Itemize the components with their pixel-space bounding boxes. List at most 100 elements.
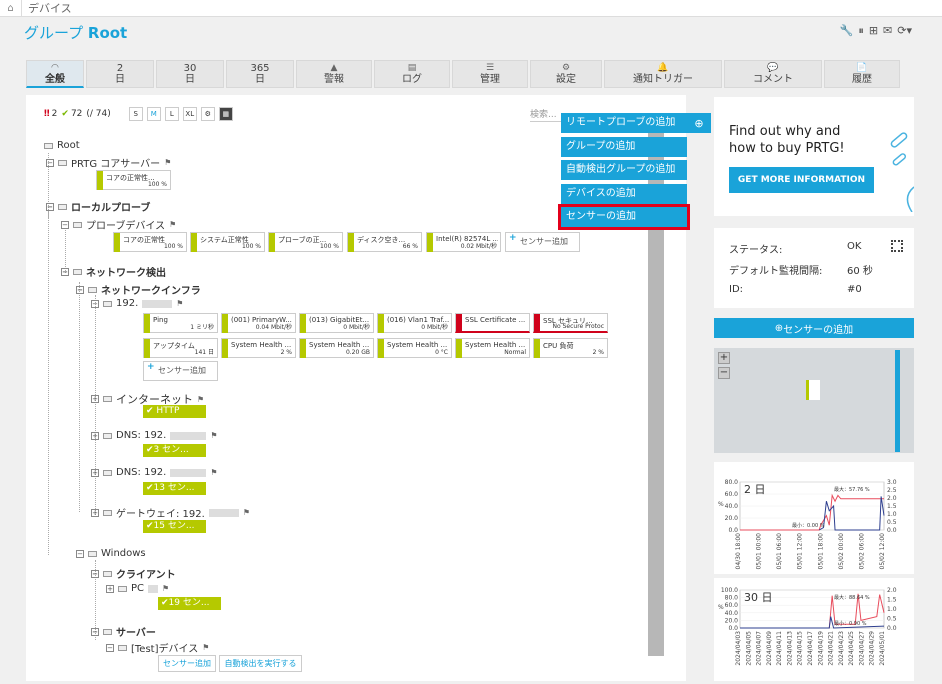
down-sensors-count[interactable]: ‼ 2	[44, 109, 57, 119]
sensor-probe-3[interactable]: プローブの正... 100 %	[268, 232, 343, 252]
tree-node-server[interactable]: − サーバー	[91, 624, 156, 639]
tree-node-dns-2[interactable]: + DNS: 192. ⚑	[91, 467, 218, 478]
collapse-icon[interactable]: −	[61, 267, 69, 276]
menu-item-add-device[interactable]: デバイスの追加	[561, 184, 687, 204]
collapse-icon[interactable]: −	[46, 202, 54, 211]
tab-comments[interactable]: 💬 コメント	[724, 60, 822, 88]
size-l-button[interactable]: L	[164, 107, 179, 121]
collapse-icon[interactable]: −	[91, 299, 99, 308]
sensor-group-dns-2[interactable]: ✔13 セン...	[143, 482, 206, 495]
sensor-group-http[interactable]: ✔ HTTP	[143, 405, 206, 418]
add-sensor-tile[interactable]: + センサー追加	[505, 232, 580, 252]
zoom-in-button[interactable]: +	[718, 352, 730, 364]
collapse-icon[interactable]: −	[61, 220, 69, 229]
tree-node-device-192[interactable]: − 192. ⚑	[91, 298, 183, 309]
tab-log[interactable]: ▤ ログ	[374, 60, 450, 88]
sensor-ping[interactable]: Ping 1 ミリ秒	[143, 313, 218, 333]
tree-node-dns-1[interactable]: + DNS: 192. ⚑	[91, 430, 218, 441]
tab-notification-triggers[interactable]: 🔔 通知トリガー	[604, 60, 722, 88]
size-s-button[interactable]: S	[128, 107, 143, 121]
expand-icon[interactable]: +	[91, 395, 99, 403]
tree-node-core-server[interactable]: − PRTG コアサーバー ⚑	[46, 155, 171, 170]
sensor-system-health-4[interactable]: System Health ... Normal	[455, 338, 530, 358]
qr-code-icon[interactable]	[891, 240, 903, 252]
chart-2-days[interactable]: 0.020.040.060.080.00.00.51.01.52.02.53.0…	[714, 462, 914, 574]
tab-overview[interactable]: ◠ 全般	[26, 60, 84, 88]
sensor-core-health[interactable]: コアの正常性... 100 %	[96, 170, 171, 190]
tab-management[interactable]: ☰ 管理	[452, 60, 528, 88]
tab-history[interactable]: 📄 履歴	[824, 60, 900, 88]
add-sensor-button[interactable]: ⊕ センサーの追加	[714, 318, 914, 338]
expand-icon[interactable]: +	[106, 584, 114, 593]
device-icon	[118, 585, 127, 592]
menu-item-add-sensor[interactable]: センサーの追加	[558, 204, 690, 230]
grid-view-icon[interactable]: ▦	[218, 107, 233, 121]
menu-item-add-group[interactable]: グループの追加	[561, 137, 687, 157]
home-icon[interactable]: ⌂	[0, 0, 22, 17]
sensor-ssl-security[interactable]: SSL セキュリ... No Secure Protoc	[533, 313, 608, 333]
sensor-system-health-2[interactable]: System Health ... 0.20 GB	[299, 338, 374, 358]
tab-alarms[interactable]: ▲ 警報	[296, 60, 372, 88]
mail-icon[interactable]: ✉	[883, 24, 892, 38]
sensor-group-pc[interactable]: ✔19 セン...	[158, 597, 221, 610]
plus-circle-icon[interactable]: ⊕	[687, 113, 711, 133]
sensor-system-health-1[interactable]: System Health ... 2 %	[221, 338, 296, 358]
sensor-uptime[interactable]: アップタイム 141 日	[143, 338, 218, 358]
sensor-cpu-load[interactable]: CPU 負荷 2 %	[533, 338, 608, 358]
size-m-button[interactable]: M	[146, 107, 161, 121]
map-view-icon[interactable]: ⚙	[200, 107, 215, 121]
zoom-out-button[interactable]: −	[718, 367, 730, 379]
get-more-info-button[interactable]: GET MORE INFORMATION	[729, 167, 874, 193]
tab-30-days[interactable]: 30 日	[156, 60, 224, 88]
map-panel[interactable]: + −	[714, 348, 914, 453]
tab-365-days[interactable]: 365 日	[226, 60, 294, 88]
run-auto-discovery-button[interactable]: 自動検出を実行する	[219, 655, 302, 672]
tree-node-local-probe[interactable]: − ローカルプローブ	[46, 199, 150, 214]
collapse-icon[interactable]: −	[76, 549, 84, 558]
refresh-icon[interactable]: ⟳▾	[897, 24, 912, 38]
add-icon[interactable]: ⊞	[869, 24, 878, 38]
tree-node-gateway[interactable]: + ゲートウェイ: 192. ⚑	[91, 505, 250, 520]
sensor-probe-5[interactable]: Intel(R) 82574L ... 0.02 Mbit/秒	[426, 232, 501, 252]
up-sensors-count[interactable]: ✔ 72	[61, 109, 82, 119]
sensor-probe-4[interactable]: ディスク空き... 66 %	[347, 232, 422, 252]
tree-node-client[interactable]: − クライアント	[91, 566, 176, 581]
menu-item-add-remote-probe[interactable]: リモートプローブの追加	[561, 113, 687, 133]
sensor-primaryw[interactable]: (001) PrimaryW... 0.04 Mbit/秒	[221, 313, 296, 333]
collapse-icon[interactable]: −	[91, 569, 99, 578]
sensor-vlan1[interactable]: (016) Vlan1 Traf... 0 Mbit/秒	[377, 313, 452, 333]
collapse-icon[interactable]: −	[91, 627, 99, 636]
tab-settings[interactable]: ⚙ 設定	[530, 60, 602, 88]
collapse-icon[interactable]: −	[46, 158, 54, 167]
sensor-probe-1[interactable]: コアの正常性 100 %	[113, 232, 187, 252]
tree-node-windows[interactable]: − Windows	[76, 548, 146, 559]
pause-icon[interactable]: ⏸	[858, 24, 864, 38]
add-sensor-tile[interactable]: + センサー追加	[143, 361, 218, 381]
expand-icon[interactable]: +	[91, 431, 99, 440]
size-xl-button[interactable]: XL	[182, 107, 197, 121]
add-sensor-button-small[interactable]: センサー追加	[158, 655, 216, 672]
tree-node-root[interactable]: Root	[44, 140, 80, 151]
tree-node-probe-device[interactable]: − プローブデバイス ⚑	[61, 217, 176, 232]
tree-node-pc[interactable]: + PC ⚑	[106, 583, 169, 594]
sensor-probe-2[interactable]: システム正常性 100 %	[190, 232, 265, 252]
chart-30-days[interactable]: 0.020.040.060.080.0100.00.00.51.01.52.0%…	[714, 578, 914, 681]
sensor-group-dns-1[interactable]: ✔3 セン...	[143, 444, 206, 457]
breadcrumb-devices[interactable]: デバイス	[22, 0, 72, 16]
expand-icon[interactable]: +	[91, 508, 99, 517]
sensor-ssl-certificate[interactable]: SSL Certificate ...	[455, 313, 530, 333]
sensor-gigabit[interactable]: (013) GigabitEt... 0 Mbit/秒	[299, 313, 374, 333]
sensor-name: System Health ...	[465, 341, 526, 349]
sensor-system-health-3[interactable]: System Health ... 0 °C	[377, 338, 452, 358]
tree-node-test-device[interactable]: − [Test]デバイス ⚑	[106, 640, 209, 655]
collapse-icon[interactable]: −	[76, 285, 84, 294]
map-device-marker[interactable]	[806, 380, 820, 400]
expand-icon[interactable]: +	[91, 468, 99, 477]
tree-node-network-discovery[interactable]: − ネットワーク検出	[61, 264, 166, 279]
wrench-icon[interactable]: 🔧	[840, 24, 854, 38]
tab-2-days[interactable]: 2日	[86, 60, 154, 88]
sensor-group-gateway[interactable]: ✔15 セン...	[143, 520, 206, 533]
menu-item-add-auto-discovery-group[interactable]: 自動検出グループの追加	[561, 160, 687, 180]
collapse-icon[interactable]: −	[106, 643, 114, 652]
tree-node-network-infra[interactable]: − ネットワークインフラ	[76, 282, 201, 297]
